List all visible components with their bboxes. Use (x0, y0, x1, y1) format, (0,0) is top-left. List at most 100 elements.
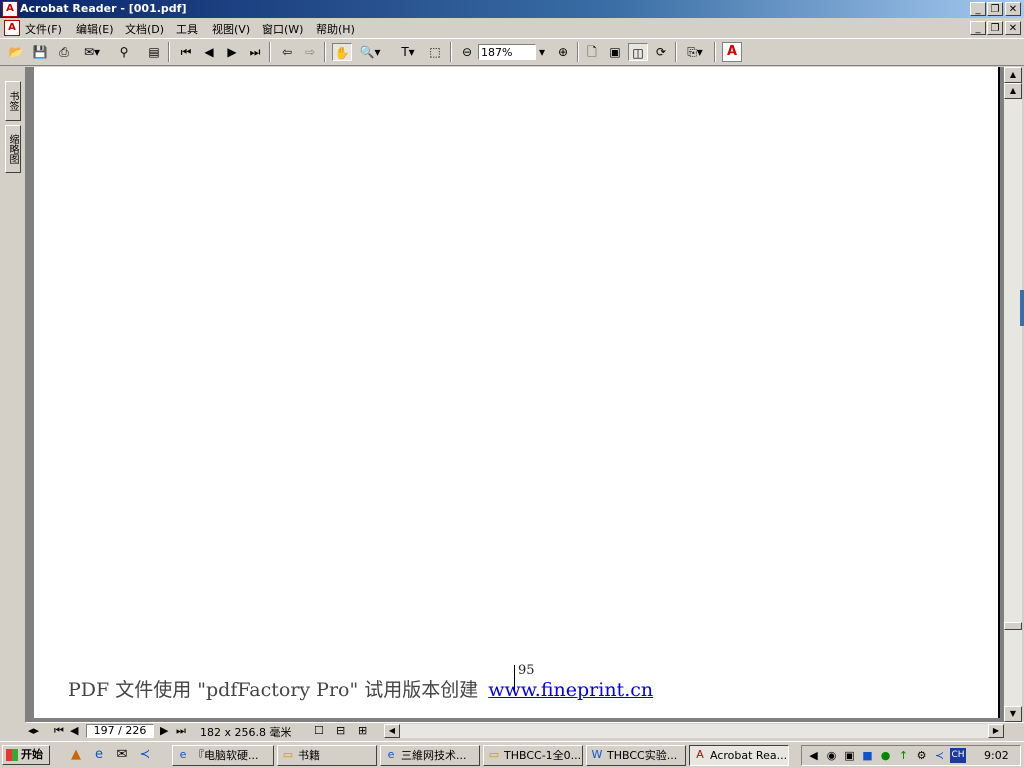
task-item[interactable]: e 『电脑软硬... (172, 745, 274, 766)
toolbar-separator (168, 42, 170, 62)
menu-edit[interactable]: 编辑(E) (76, 21, 114, 37)
menu-tools[interactable]: 工具 (176, 21, 198, 37)
split-toggle-icon[interactable]: ◂▸ (28, 724, 39, 737)
fit-width-icon[interactable]: ◫ (628, 43, 648, 61)
open-icon[interactable]: 📂 (6, 43, 26, 61)
vertical-scrollbar[interactable]: ▲ ▲ ▼ (1004, 67, 1022, 722)
graphics-select-icon[interactable]: ⬚ (425, 43, 445, 61)
scroll-up-icon[interactable]: ▲ (1004, 83, 1022, 99)
menu-view[interactable]: 视图(V) (212, 21, 250, 37)
zoom-out-button[interactable]: ⊖ (457, 43, 477, 61)
zoom-dropdown-icon[interactable]: ▾ (535, 43, 549, 61)
status-bar: ◂▸ ⏮ ◀ 197 / 226 ▶ ⏭ 182 x 256.8 毫米 ☐ ⊟ … (26, 722, 1024, 739)
folder-icon: ▭ (282, 748, 294, 761)
next-page-icon[interactable]: ▶ (160, 724, 168, 737)
actual-size-icon[interactable]: 🗋 (582, 43, 602, 61)
pdf-icon[interactable]: A (2, 1, 18, 17)
clock: 9:02 (984, 749, 1009, 762)
hand-tool-icon[interactable]: ✋ (332, 43, 352, 61)
scroll-right-icon[interactable]: ▶ (988, 724, 1004, 738)
ie-icon: e (179, 748, 187, 761)
update-icon[interactable]: ↑ (896, 748, 911, 763)
messenger-icon[interactable]: ≺ (137, 747, 153, 763)
restore-button[interactable]: ❐ (987, 2, 1003, 16)
task-item[interactable]: ▭ THBCC-1全0... (483, 745, 583, 766)
toolbar-separator (675, 42, 677, 62)
start-button[interactable]: 开始 (2, 745, 50, 765)
task-item[interactable]: ▭ 书籍 (277, 745, 377, 766)
doc-close-button[interactable]: ✕ (1005, 21, 1021, 35)
outlook-icon[interactable]: ✉ (114, 747, 130, 763)
settings-icon[interactable]: ⚙ (914, 748, 929, 763)
watermark: PDF 文件使用 "pdfFactory Pro" 试用版本创建 www.fine… (68, 675, 653, 702)
task-item[interactable]: W THBCC实验... (586, 745, 686, 766)
next-page-icon[interactable]: ▶ (222, 43, 242, 61)
zoom-in-button[interactable]: ⊕ (553, 43, 573, 61)
go-back-icon[interactable]: ⇦ (277, 43, 297, 61)
matlab-icon[interactable]: ▲ (68, 747, 84, 763)
messenger-tray-icon[interactable]: ≺ (932, 748, 947, 763)
close-button[interactable]: ✕ (1005, 2, 1021, 16)
search-icon[interactable]: ⚲ (114, 43, 134, 61)
toolbar-separator (577, 42, 579, 62)
doc-minimize-button[interactable]: _ (970, 21, 986, 35)
show-navigation-icon[interactable]: ▤ (144, 43, 164, 61)
horizontal-scrollbar[interactable]: ◀ ▶ (384, 724, 1004, 738)
task-item-active[interactable]: A Acrobat Rea... (689, 745, 789, 766)
toolbar-separator (450, 42, 452, 62)
text-select-icon[interactable]: T▾ (393, 43, 423, 61)
menu-help[interactable]: 帮助(H) (316, 21, 355, 37)
tab-thumbnails[interactable]: 缩略图 (5, 125, 21, 173)
menu-document[interactable]: 文档(D) (125, 21, 164, 37)
volume-icon[interactable]: ◀ (806, 748, 821, 763)
print-icon[interactable]: ⎙ (54, 43, 74, 61)
review-icon[interactable]: ⎘▾ (680, 43, 710, 61)
pdf-page[interactable]: 95 PDF 文件使用 "pdfFactory Pro" 试用版本创建 www.f… (34, 67, 1000, 718)
document-icon[interactable]: A (4, 20, 20, 36)
tab-bookmarks[interactable]: 书签 (5, 81, 21, 121)
task-item[interactable]: e 三維网技术... (380, 745, 480, 766)
fit-page-icon[interactable]: ▣ (605, 43, 625, 61)
first-page-icon[interactable]: ⏮ (176, 43, 196, 61)
previous-page-icon[interactable]: ◀ (199, 43, 219, 61)
single-page-icon[interactable]: ☐ (314, 724, 324, 737)
document-view[interactable]: 95 PDF 文件使用 "pdfFactory Pro" 试用版本创建 www.f… (26, 67, 1004, 722)
title-bar: A Acrobat Reader - [001.pdf] _ ❐ ✕ (0, 0, 1024, 18)
email-icon[interactable]: ✉▾ (78, 43, 106, 61)
scroll-left-icon[interactable]: ◀ (384, 724, 400, 738)
go-forward-icon[interactable]: ⇨ (300, 43, 320, 61)
menu-window[interactable]: 窗口(W) (262, 21, 303, 37)
window-title: Acrobat Reader - [001.pdf] (20, 2, 187, 15)
folder-icon: ▭ (488, 748, 500, 761)
rotate-icon[interactable]: ⟳ (651, 43, 671, 61)
watermark-link[interactable]: www.fineprint.cn (488, 679, 653, 701)
first-page-icon[interactable]: ⏮ (54, 724, 64, 738)
word-icon: W (591, 748, 603, 761)
facing-pages-icon[interactable]: ⊞ (358, 724, 367, 737)
continuous-icon[interactable]: ⊟ (336, 724, 345, 737)
toolbar-separator (714, 42, 716, 62)
save-icon[interactable]: 💾 (30, 43, 50, 61)
adobe-logo[interactable]: A (722, 42, 742, 62)
menu-file[interactable]: 文件(F) (25, 21, 62, 37)
system-tray: ◀ ◉ ▣ ■ ● ↑ ⚙ ≺ CH 9:02 (801, 745, 1021, 766)
doc-restore-button[interactable]: ❐ (987, 21, 1003, 35)
scroll-down-icon[interactable]: ▼ (1004, 706, 1022, 722)
last-page-icon[interactable]: ⏭ (176, 724, 186, 738)
minimize-button[interactable]: _ (970, 2, 986, 16)
zoom-input[interactable]: 187% (478, 44, 536, 60)
antivirus-icon[interactable]: ● (878, 748, 893, 763)
network-icon[interactable]: ◉ (824, 748, 839, 763)
task-label: 『电脑软硬... (193, 749, 259, 762)
navigation-pane: 书签 缩略图 (0, 67, 26, 722)
display-icon[interactable]: ▣ (842, 748, 857, 763)
scroll-thumb[interactable] (1004, 622, 1022, 630)
ie-icon[interactable]: e (91, 747, 107, 763)
previous-page-icon[interactable]: ◀ (70, 724, 78, 737)
last-page-icon[interactable]: ⏭ (245, 43, 265, 61)
zoom-tool-icon[interactable]: 🔍▾ (355, 43, 385, 61)
page-number-field[interactable]: 197 / 226 (86, 724, 154, 738)
scroll-up-icon[interactable]: ▲ (1004, 67, 1022, 83)
input-language-indicator[interactable]: CH (950, 748, 966, 763)
monitor-icon[interactable]: ■ (860, 748, 875, 763)
